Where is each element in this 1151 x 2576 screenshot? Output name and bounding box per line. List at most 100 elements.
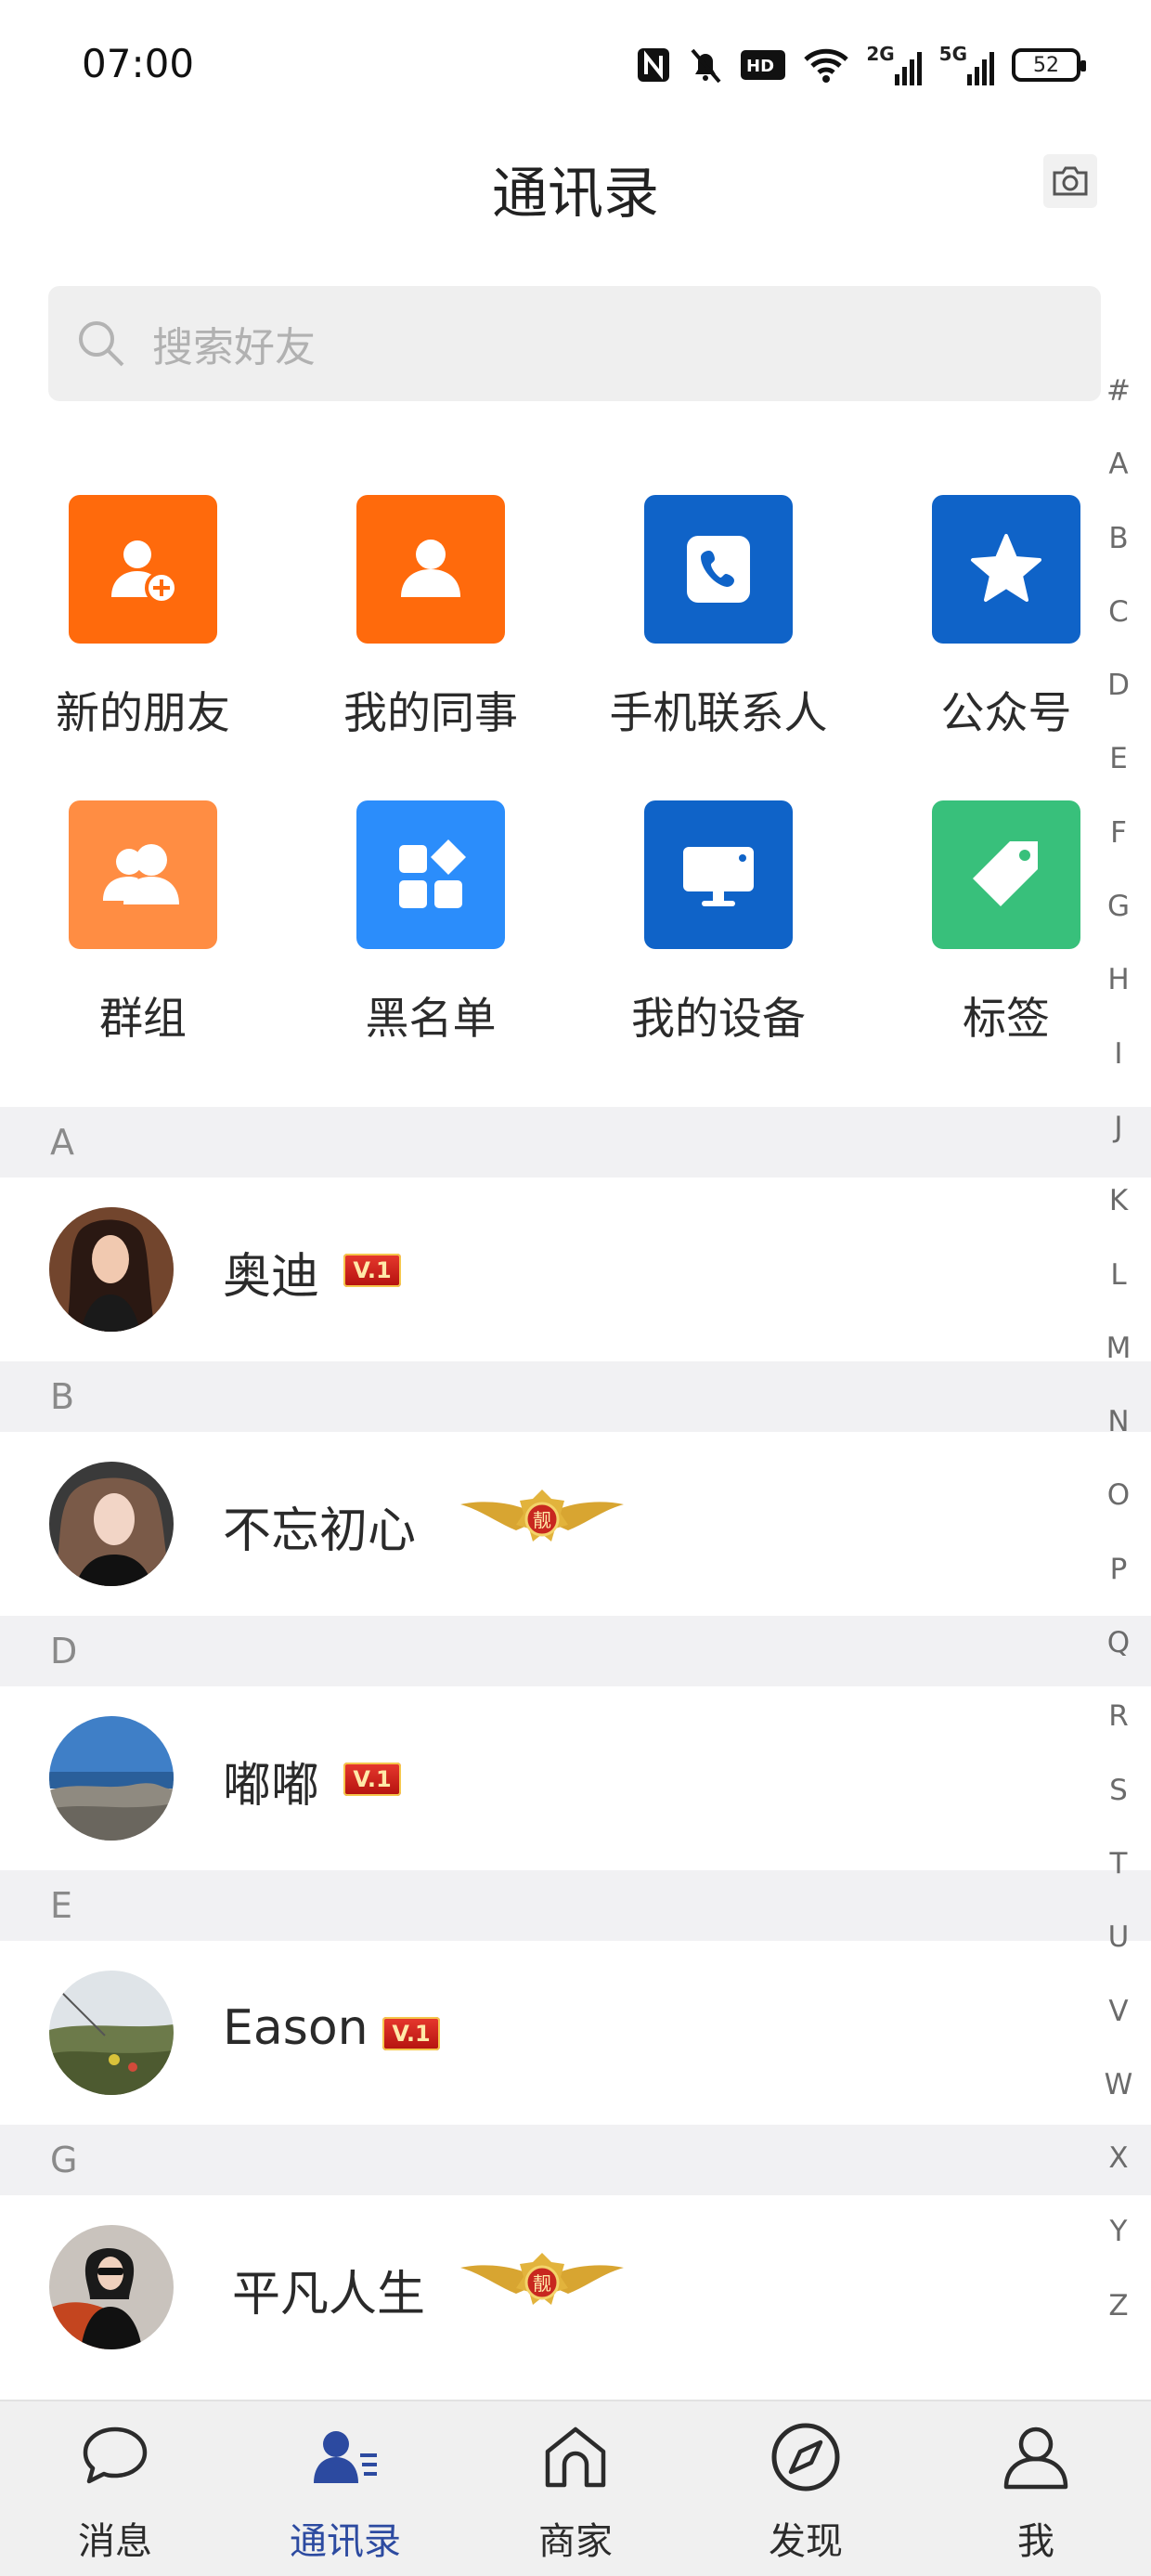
camera-icon [1053, 166, 1088, 196]
index-letter[interactable]: L [1101, 1254, 1136, 1327]
vip-badge: V.1 [343, 1254, 401, 1287]
grid-label: 我的设备 [631, 994, 806, 1045]
wifi-icon [803, 45, 849, 85]
alphabet-index[interactable]: # A B C D E F G H I J K L M N O P Q R S … [1101, 370, 1136, 2358]
index-letter[interactable]: P [1101, 1548, 1136, 1621]
tab-label: 消息 [78, 2520, 152, 2563]
search-input[interactable]: 搜索好友 [48, 286, 1101, 401]
monitor-icon [644, 800, 793, 949]
camera-button[interactable] [1043, 154, 1097, 208]
wing-badge: 靓 [459, 2245, 626, 2320]
store-icon [538, 2414, 613, 2500]
grid-item-groups[interactable]: 群组 [13, 800, 273, 1047]
contact-row[interactable]: Eason V.1 [0, 1941, 1101, 2125]
index-letter[interactable]: C [1101, 591, 1136, 664]
grid-label: 新的朋友 [56, 688, 230, 739]
contact-name: 不忘初心 [223, 1503, 417, 1559]
badge-text: 靓 [533, 2272, 551, 2295]
contact-name: 奥迪 [223, 1249, 320, 1305]
status-icons: HD 2G 5G 52 [636, 45, 1086, 85]
section-header-e: E [0, 1870, 1151, 1941]
tab-label: 通讯录 [290, 2520, 401, 2563]
grid-item-blacklist[interactable]: 黑名单 [301, 800, 561, 1047]
index-letter[interactable]: S [1101, 1769, 1136, 1842]
index-letter[interactable]: G [1101, 885, 1136, 958]
avatar [49, 1462, 174, 1586]
index-letter[interactable]: H [1101, 958, 1136, 1032]
status-time: 07:00 [82, 41, 195, 86]
tab-label: 商家 [538, 2520, 613, 2563]
index-letter[interactable]: O [1101, 1474, 1136, 1547]
grid-item-my-devices[interactable]: 我的设备 [588, 800, 848, 1047]
index-letter[interactable]: Z [1101, 2284, 1136, 2358]
index-letter[interactable]: Q [1101, 1621, 1136, 1695]
index-letter[interactable]: X [1101, 2137, 1136, 2210]
index-letter[interactable]: J [1101, 1106, 1136, 1179]
contact-row[interactable]: 嘟嘟 V.1 [0, 1686, 1101, 1870]
grid-item-official-accounts[interactable]: 公众号 [876, 495, 1136, 741]
grid-label: 我的同事 [343, 688, 518, 739]
index-letter[interactable]: T [1101, 1842, 1136, 1916]
tab-discover[interactable]: 发现 [691, 2401, 921, 2576]
grid-label: 手机联系人 [609, 688, 828, 739]
grid-label: 公众号 [940, 688, 1072, 739]
search-icon [79, 321, 124, 367]
grid-item-colleagues[interactable]: 我的同事 [301, 495, 561, 741]
grid-label: 标签 [963, 994, 1050, 1045]
tab-merchants[interactable]: 商家 [460, 2401, 691, 2576]
grid-item-phone-contacts[interactable]: 手机联系人 [588, 495, 848, 741]
bottom-tab-bar: 消息 通讯录 商家 发现 我 [0, 2400, 1151, 2576]
index-letter[interactable]: # [1101, 370, 1136, 443]
vip-badge: V.1 [382, 2017, 440, 2050]
avatar [49, 1716, 174, 1841]
star-icon [932, 495, 1080, 644]
index-letter[interactable]: N [1101, 1400, 1136, 1474]
index-letter[interactable]: F [1101, 812, 1136, 885]
search-placeholder: 搜索好友 [152, 324, 316, 371]
profile-icon [999, 2414, 1073, 2500]
compass-icon [769, 2414, 843, 2500]
badge-text: 靓 [533, 1509, 551, 1531]
grid-item-tags[interactable]: 标签 [876, 800, 1136, 1047]
phone-contacts-icon [644, 495, 793, 644]
index-letter[interactable]: R [1101, 1695, 1136, 1768]
tab-me[interactable]: 我 [921, 2401, 1151, 2576]
page-title: 通讯录 [492, 162, 659, 227]
avatar [49, 2225, 174, 2349]
index-letter[interactable]: A [1101, 443, 1136, 516]
nfc-icon [636, 45, 671, 85]
section-header-b: B [0, 1361, 1151, 1432]
battery-icon: 52 [1012, 48, 1086, 82]
section-header-d: D [0, 1616, 1151, 1686]
index-letter[interactable]: V [1101, 1990, 1136, 2063]
grid-label: 群组 [99, 994, 187, 1045]
svg-text:HD: HD [746, 57, 774, 76]
grid-label: 黑名单 [365, 994, 497, 1045]
tab-messages[interactable]: 消息 [0, 2401, 230, 2576]
index-letter[interactable]: U [1101, 1916, 1136, 1989]
wing-badge: 靓 [459, 1482, 626, 1556]
index-letter[interactable]: I [1101, 1033, 1136, 1106]
index-letter[interactable]: W [1101, 2063, 1136, 2137]
contacts-icon [308, 2414, 382, 2500]
apps-icon [356, 800, 505, 949]
index-letter[interactable]: B [1101, 517, 1136, 591]
colleague-icon [356, 495, 505, 644]
hd-icon: HD [740, 45, 786, 85]
index-letter[interactable]: M [1101, 1327, 1136, 1400]
grid-item-new-friends[interactable]: 新的朋友 [13, 495, 273, 741]
index-letter[interactable]: Y [1101, 2210, 1136, 2283]
vip-badge: V.1 [343, 1763, 401, 1796]
tab-label: 我 [1017, 2520, 1054, 2563]
index-letter[interactable]: K [1101, 1179, 1136, 1253]
message-icon [78, 2414, 152, 2500]
contact-row[interactable]: 平凡人生 靓 [0, 2195, 1101, 2379]
contact-row[interactable]: 奥迪 V.1 [0, 1177, 1101, 1361]
add-friend-icon [69, 495, 217, 644]
contact-name: 嘟嘟 [223, 1758, 320, 1814]
index-letter[interactable]: D [1101, 664, 1136, 737]
contact-row[interactable]: 不忘初心 靓 [0, 1432, 1101, 1616]
group-icon [69, 800, 217, 949]
index-letter[interactable]: E [1101, 737, 1136, 811]
tab-contacts[interactable]: 通讯录 [230, 2401, 460, 2576]
